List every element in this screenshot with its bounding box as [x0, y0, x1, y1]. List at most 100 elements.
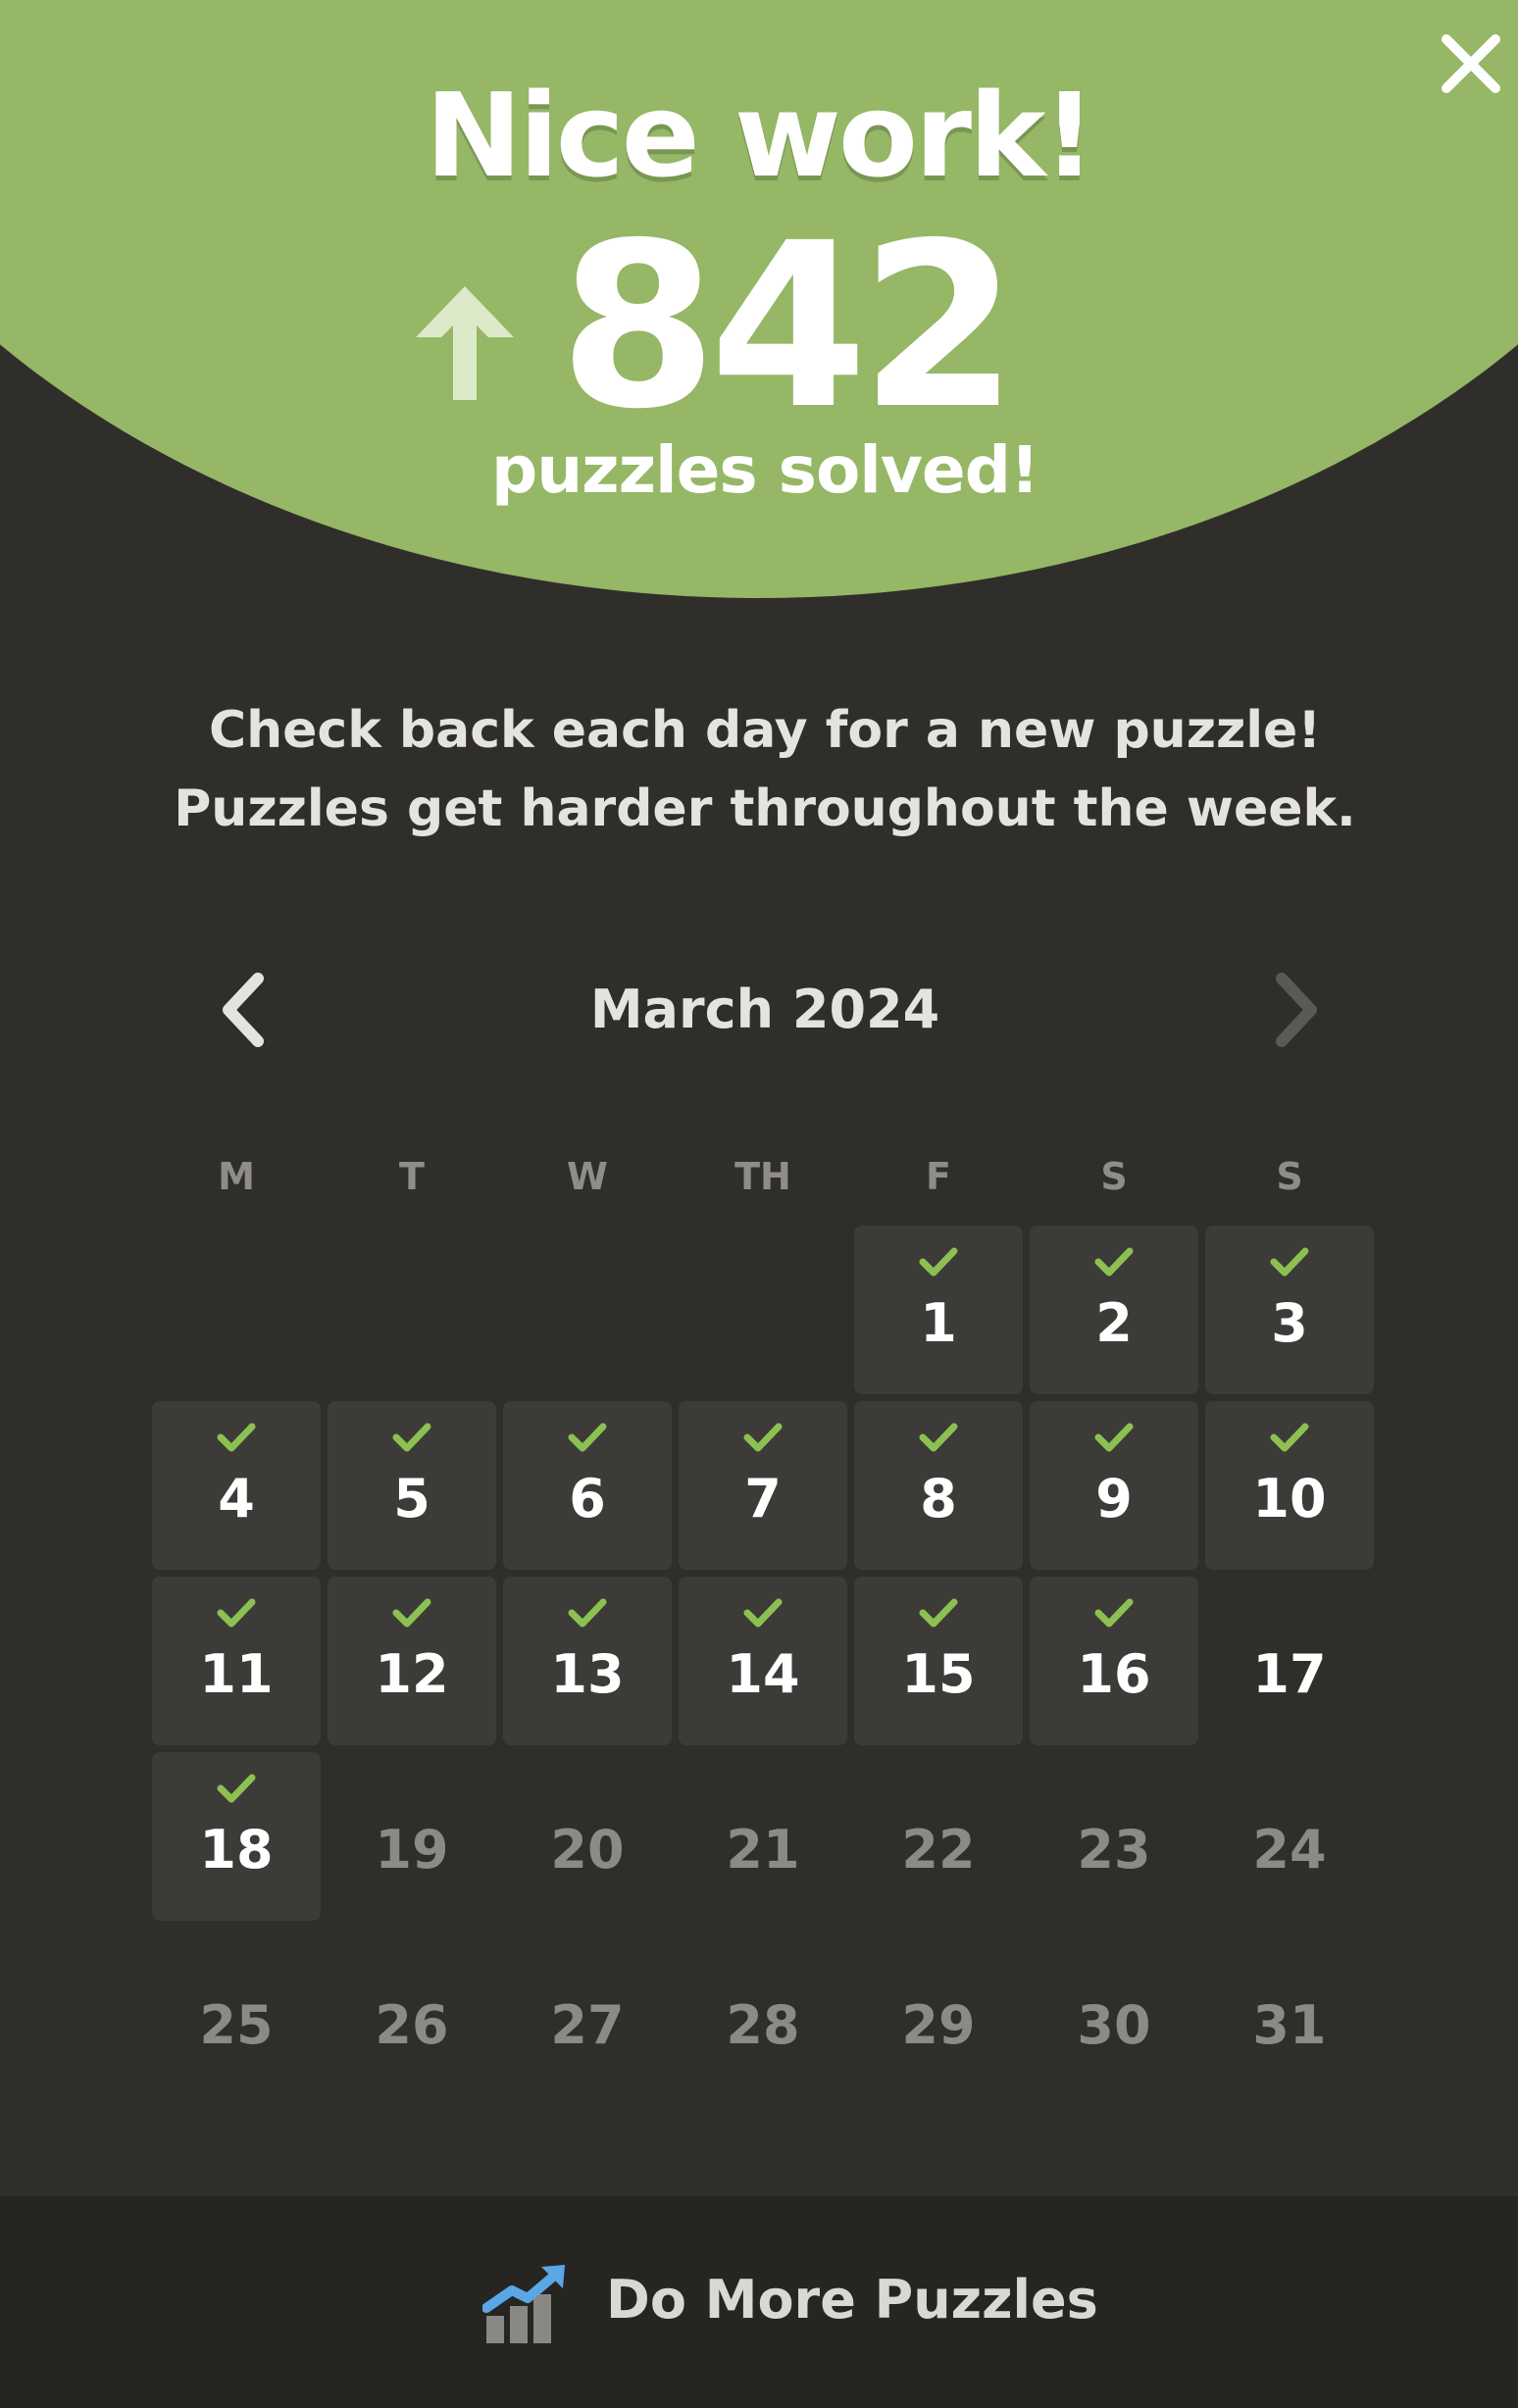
calendar-day[interactable]: 1	[854, 1226, 1023, 1394]
calendar-day: 27	[503, 1928, 672, 2096]
calendar-grid: 1 2 3 4 5 6 7 8 9 10 11 12 13 14 15 16 17 18 19 20 21 22 23 24 2…	[152, 1226, 1378, 2128]
calendar-day[interactable]: 12	[328, 1577, 496, 1745]
puzzle-complete-modal: Nice work! 842 puzzles solved! Check bac…	[0, 0, 1518, 2408]
check-icon	[568, 1423, 607, 1452]
calendar-day: 25	[152, 1928, 321, 2096]
next-month-button[interactable]	[1260, 971, 1329, 1049]
solved-counter: 842	[412, 213, 1098, 440]
calendar-day-number: 21	[726, 1819, 800, 1881]
calendar-day-number: 23	[1077, 1819, 1151, 1881]
weekday-label: M	[218, 1155, 255, 1198]
calendar-day-number: 9	[1095, 1468, 1133, 1530]
do-more-puzzles-label: Do More Puzzles	[606, 2269, 1098, 2331]
calendar-day-number: 11	[199, 1643, 274, 1705]
calendar-day-number: 16	[1077, 1643, 1151, 1705]
calendar-day[interactable]: 17	[1205, 1577, 1374, 1745]
check-icon	[217, 1598, 256, 1628]
check-icon	[919, 1598, 958, 1628]
calendar-day-number: 3	[1271, 1292, 1308, 1354]
check-icon	[919, 1423, 958, 1452]
solved-count: 842	[559, 194, 1018, 459]
calendar-day[interactable]: 9	[1030, 1401, 1198, 1570]
calendar-day[interactable]: 5	[328, 1401, 496, 1570]
calendar-day-number: 31	[1252, 1994, 1327, 2056]
page-title: Nice work!	[425, 68, 1096, 203]
info-line-2: Puzzles get harder throughout the week.	[174, 779, 1356, 838]
chevron-right-icon	[1276, 973, 1317, 1047]
calendar-day: 31	[1205, 1928, 1374, 2096]
calendar-day: 22	[854, 1752, 1023, 1921]
check-icon	[392, 1598, 431, 1628]
calendar-day-number: 19	[375, 1819, 449, 1881]
calendar-day: 26	[328, 1928, 496, 2096]
calendar-day-number: 29	[901, 1994, 976, 2056]
solved-caption: puzzles solved!	[490, 432, 1039, 508]
calendar-day-number: 30	[1077, 1994, 1151, 2056]
calendar-day[interactable]: 4	[152, 1401, 321, 1570]
calendar-day-number: 8	[920, 1468, 957, 1530]
calendar-day: 20	[503, 1752, 672, 1921]
calendar-day[interactable]: 11	[152, 1577, 321, 1745]
calendar-day-number: 20	[550, 1819, 625, 1881]
calendar-day[interactable]: 6	[503, 1401, 672, 1570]
calendar-day-number: 17	[1252, 1643, 1327, 1705]
calendar-day-number: 2	[1095, 1292, 1133, 1354]
check-icon	[1094, 1423, 1134, 1452]
weekday-label: S	[1100, 1155, 1128, 1198]
arrow-up-icon	[416, 286, 514, 400]
calendar-day[interactable]: 3	[1205, 1226, 1374, 1394]
check-icon	[392, 1423, 431, 1452]
calendar-day[interactable]: 7	[679, 1401, 847, 1570]
weekday-label: F	[926, 1155, 951, 1198]
calendar-day-number: 1	[920, 1292, 957, 1354]
calendar-day-number: 6	[569, 1468, 606, 1530]
calendar-day: 21	[679, 1752, 847, 1921]
check-icon	[1094, 1247, 1134, 1277]
check-icon	[217, 1774, 256, 1803]
calendar-day-number: 18	[199, 1819, 274, 1881]
calendar-day[interactable]: 2	[1030, 1226, 1198, 1394]
check-icon	[568, 1598, 607, 1628]
check-icon	[743, 1598, 783, 1628]
info-line-1: Check back each day for a new puzzle!	[208, 701, 1322, 760]
month-navigation: March 2024	[196, 971, 1353, 1049]
weekday-label: T	[399, 1155, 425, 1198]
calendar-day[interactable]: 16	[1030, 1577, 1198, 1745]
calendar-day-number: 13	[550, 1643, 625, 1705]
calendar-day[interactable]: 8	[854, 1401, 1023, 1570]
calendar-day[interactable]: 15	[854, 1577, 1023, 1745]
calendar-day-number: 15	[901, 1643, 976, 1705]
calendar-day-number: 25	[199, 1994, 274, 2056]
month-label: March 2024	[589, 978, 940, 1040]
check-icon	[1094, 1598, 1134, 1628]
calendar-day-number: 10	[1252, 1468, 1327, 1530]
check-icon	[919, 1247, 958, 1277]
calendar-day[interactable]: 18	[152, 1752, 321, 1921]
calendar-day[interactable]: 10	[1205, 1401, 1374, 1570]
check-icon	[743, 1423, 783, 1452]
calendar-day-number: 5	[393, 1468, 430, 1530]
calendar-day-number: 14	[726, 1643, 800, 1705]
calendar-day-number: 24	[1252, 1819, 1327, 1881]
calendar-day-number: 27	[550, 1994, 625, 2056]
calendar-day: 28	[679, 1928, 847, 2096]
calendar-day[interactable]: 13	[503, 1577, 672, 1745]
calendar-day: 29	[854, 1928, 1023, 2096]
check-icon	[1270, 1247, 1309, 1277]
calendar-day-number: 28	[726, 1994, 800, 2056]
calendar-day: 19	[328, 1752, 496, 1921]
check-icon	[217, 1423, 256, 1452]
weekday-label: S	[1276, 1155, 1303, 1198]
rising-chart-icon	[482, 2265, 565, 2343]
calendar-day-number: 22	[901, 1819, 976, 1881]
check-icon	[1270, 1423, 1309, 1452]
weekday-label: TH	[734, 1155, 791, 1198]
weekday-header: M T W TH F S S	[152, 1147, 1378, 1206]
calendar-day: 23	[1030, 1752, 1198, 1921]
calendar-day-number: 26	[375, 1994, 449, 2056]
do-more-puzzles-button[interactable]: Do More Puzzles	[0, 2196, 1518, 2408]
calendar-day-number: 7	[744, 1468, 782, 1530]
weekday-label: W	[567, 1155, 608, 1198]
calendar-day: 30	[1030, 1928, 1198, 2096]
calendar-day[interactable]: 14	[679, 1577, 847, 1745]
